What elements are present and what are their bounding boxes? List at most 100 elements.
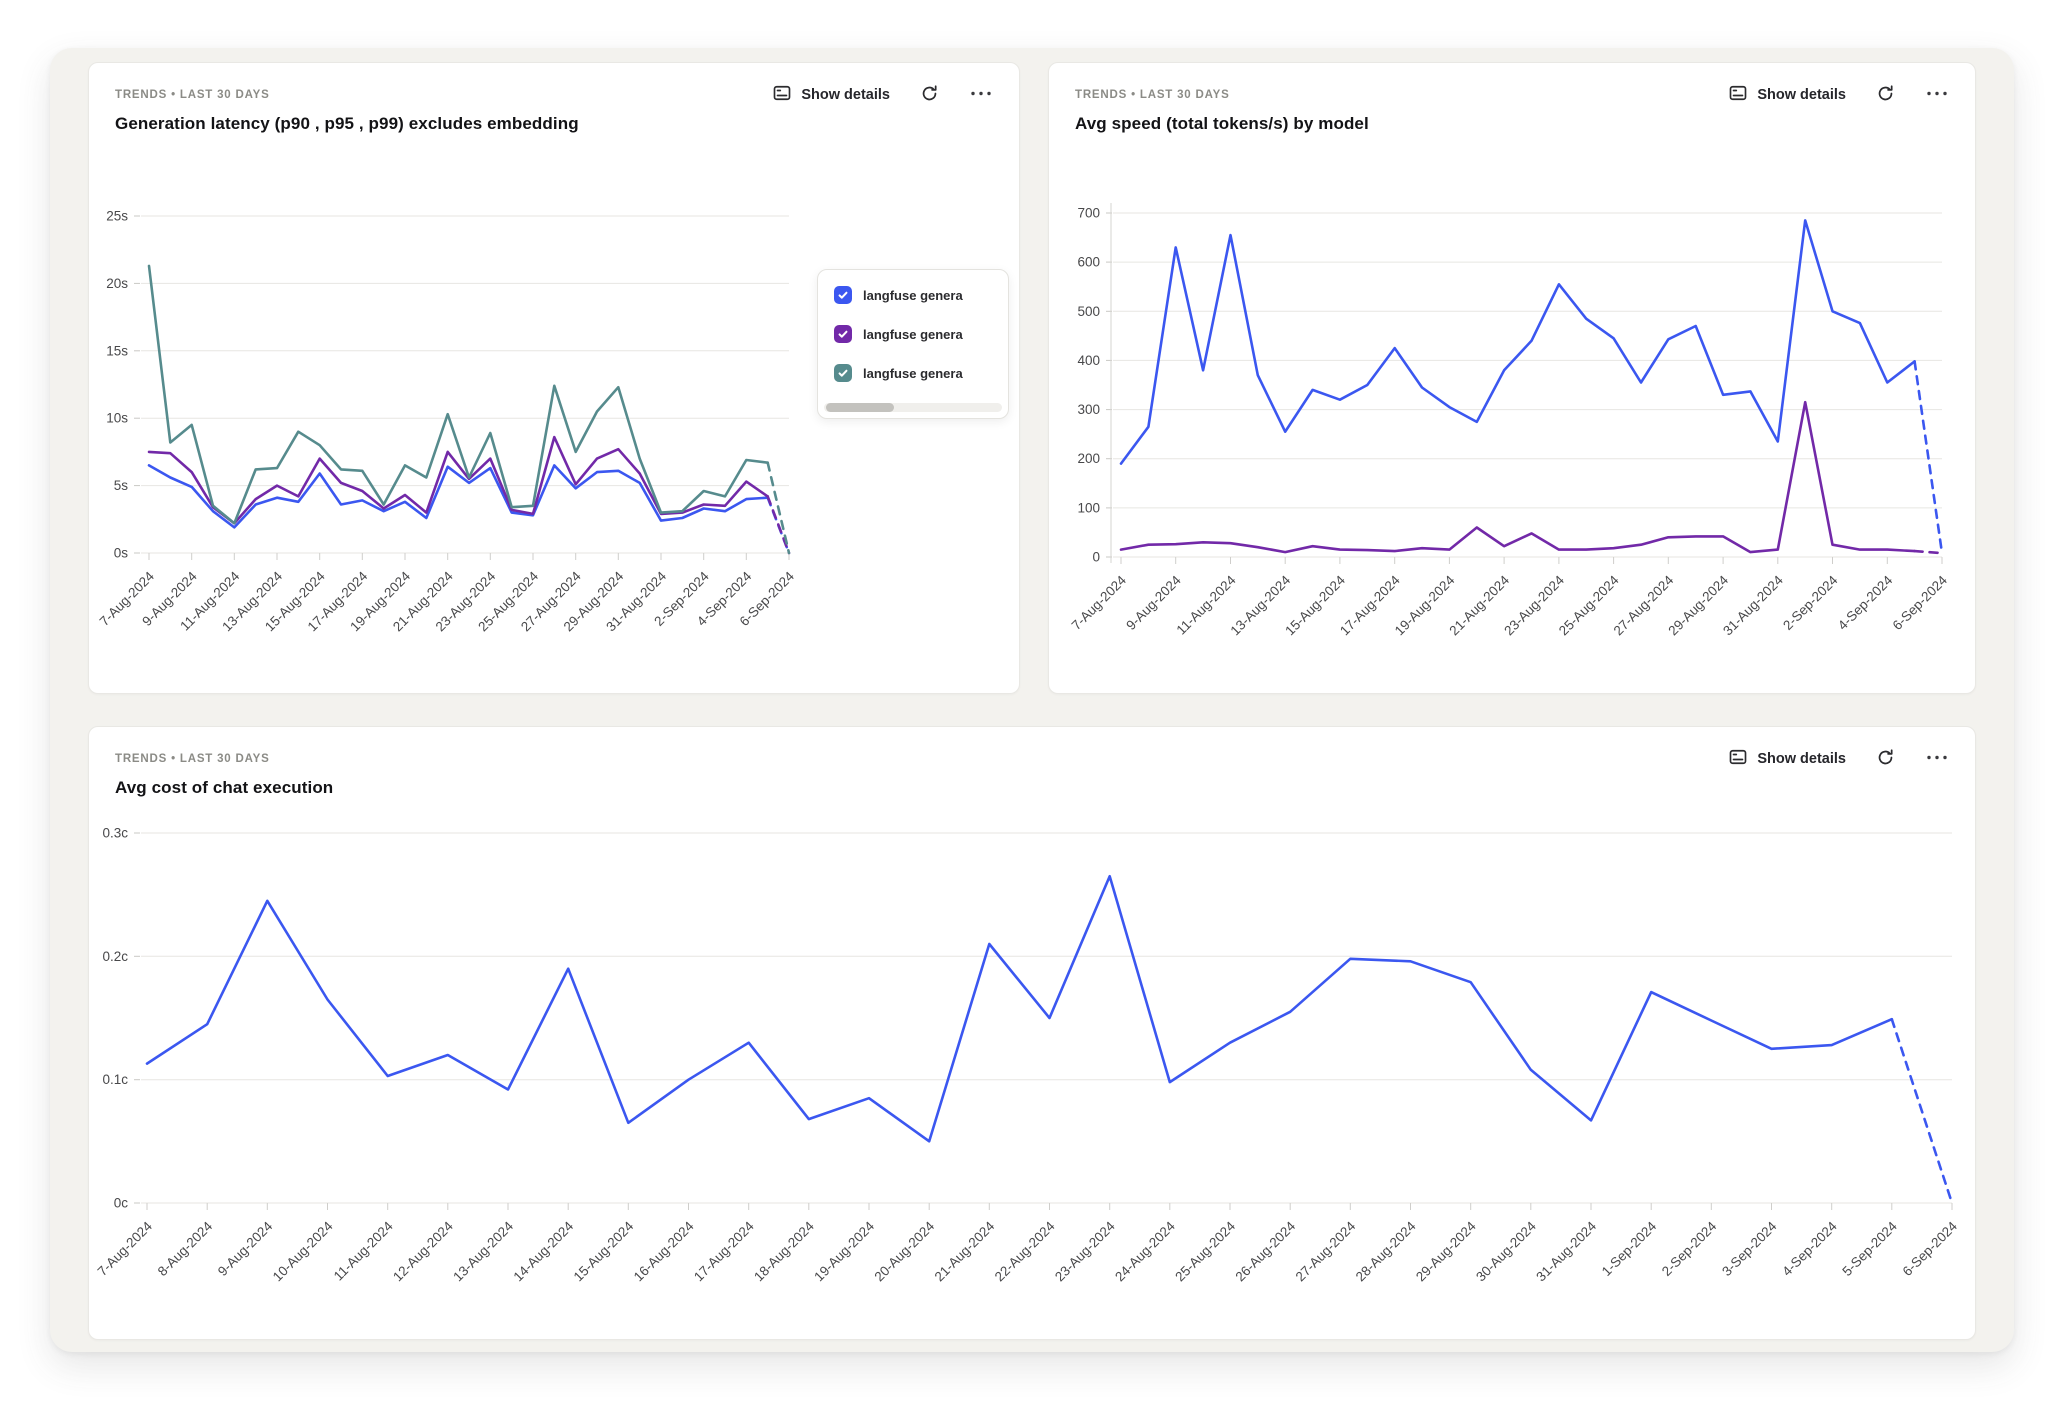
svg-text:26-Aug-2024: 26-Aug-2024 [1233,1218,1299,1284]
svg-text:200: 200 [1077,451,1100,466]
svg-text:5s: 5s [114,478,129,493]
speed-chart: 01002003004005006007007-Aug-20249-Aug-20… [1049,158,1976,694]
svg-text:24-Aug-2024: 24-Aug-2024 [1112,1218,1178,1284]
svg-text:300: 300 [1077,402,1100,417]
svg-text:11-Aug-2024: 11-Aug-2024 [331,1218,396,1283]
svg-text:17-Aug-2024: 17-Aug-2024 [691,1218,757,1284]
ellipsis-icon [1925,84,1949,106]
panel-title: Avg speed (total tokens/s) by model [1075,114,1949,134]
series-checkbox[interactable] [834,286,852,304]
show-details-button[interactable]: Show details [1728,747,1846,771]
svg-text:100: 100 [1077,500,1100,515]
check-icon [837,367,849,379]
svg-text:7-Aug-2024: 7-Aug-2024 [95,1218,156,1279]
refresh-button[interactable] [1876,748,1895,770]
legend-item-label: langfuse genera [863,327,963,342]
chart-legend: langfuse genera langfuse genera langfuse g… [817,269,1009,419]
svg-text:25s: 25s [106,209,128,224]
series-checkbox[interactable] [834,325,852,343]
svg-text:600: 600 [1077,255,1100,270]
ellipsis-icon [969,84,993,106]
svg-text:9-Aug-2024: 9-Aug-2024 [215,1218,276,1279]
svg-text:500: 500 [1077,304,1100,319]
svg-text:4-Sep-2024: 4-Sep-2024 [1779,1218,1840,1279]
legend-item-label: langfuse genera [863,288,963,303]
svg-text:25-Aug-2024: 25-Aug-2024 [1172,1218,1238,1284]
refresh-icon [1876,748,1895,770]
card-icon [1728,747,1748,771]
svg-text:28-Aug-2024: 28-Aug-2024 [1353,1218,1419,1284]
panel-eyebrow: TRENDS • LAST 30 DAYS [115,753,270,765]
svg-text:20s: 20s [106,276,128,291]
panel-eyebrow: TRENDS • LAST 30 DAYS [115,89,270,101]
svg-text:2-Sep-2024: 2-Sep-2024 [1780,572,1841,633]
refresh-button[interactable] [1876,84,1895,106]
svg-text:0.3c: 0.3c [102,826,128,841]
show-details-label: Show details [1757,87,1846,103]
check-icon [837,289,849,301]
svg-text:29-Aug-2024: 29-Aug-2024 [1413,1218,1479,1284]
refresh-icon [1876,84,1895,106]
svg-text:8-Aug-2024: 8-Aug-2024 [155,1218,216,1279]
svg-text:2-Sep-2024: 2-Sep-2024 [1659,1218,1720,1279]
show-details-button[interactable]: Show details [772,83,890,107]
panel-header: TRENDS • LAST 30 DAYS Show details Avg c… [89,727,1975,798]
legend-scrollbar-thumb[interactable] [826,403,894,412]
menu-button[interactable] [969,84,993,106]
svg-text:0c: 0c [114,1196,129,1211]
svg-text:27-Aug-2024: 27-Aug-2024 [1293,1218,1359,1284]
legend-item[interactable]: langfuse genera [834,325,992,343]
card-icon [1728,83,1748,107]
panel-avg-speed: TRENDS • LAST 30 DAYS Show details Avg s… [1048,62,1976,694]
svg-text:31-Aug-2024: 31-Aug-2024 [1533,1218,1599,1284]
svg-text:21-Aug-2024: 21-Aug-2024 [932,1218,998,1284]
check-icon [837,328,849,340]
ellipsis-icon [1925,748,1949,770]
svg-text:13-Aug-2024: 13-Aug-2024 [450,1218,516,1284]
svg-text:14-Aug-2024: 14-Aug-2024 [511,1218,577,1284]
panel-eyebrow: TRENDS • LAST 30 DAYS [1075,89,1230,101]
panel-header: TRENDS • LAST 30 DAYS Show details Avg s… [1049,63,1975,134]
refresh-icon [920,84,939,106]
legend-item[interactable]: langfuse genera [834,364,992,382]
menu-button[interactable] [1925,84,1949,106]
svg-text:3-Sep-2024: 3-Sep-2024 [1719,1218,1780,1279]
svg-text:0.2c: 0.2c [102,949,128,964]
svg-text:7-Aug-2024: 7-Aug-2024 [1069,572,1130,633]
svg-text:15s: 15s [106,343,128,358]
panel-header: TRENDS • LAST 30 DAYS Show details Gener… [89,63,1019,134]
svg-text:10-Aug-2024: 10-Aug-2024 [270,1218,336,1284]
svg-text:18-Aug-2024: 18-Aug-2024 [751,1218,817,1284]
svg-text:16-Aug-2024: 16-Aug-2024 [631,1218,697,1284]
card-icon [772,83,792,107]
legend-item[interactable]: langfuse genera [834,286,992,304]
dashboard-surface: TRENDS • LAST 30 DAYS Show details Gener… [50,48,2014,1352]
refresh-button[interactable] [920,84,939,106]
panel-title: Avg cost of chat execution [115,778,1949,798]
svg-text:30-Aug-2024: 30-Aug-2024 [1473,1218,1539,1284]
show-details-label: Show details [801,87,890,103]
svg-text:19-Aug-2024: 19-Aug-2024 [811,1218,877,1284]
svg-text:15-Aug-2024: 15-Aug-2024 [571,1218,637,1284]
svg-text:0.1c: 0.1c [102,1072,128,1087]
svg-text:0: 0 [1092,550,1100,565]
svg-text:400: 400 [1077,353,1100,368]
svg-text:6-Sep-2024: 6-Sep-2024 [1890,572,1951,633]
svg-text:0s: 0s [114,546,129,561]
legend-scrollbar[interactable] [824,403,1002,412]
svg-text:12-Aug-2024: 12-Aug-2024 [390,1218,456,1284]
panel-title: Generation latency (p90 , p95 , p99) exc… [115,114,993,134]
panel-generation-latency: TRENDS • LAST 30 DAYS Show details Gener… [88,62,1020,694]
svg-text:6-Sep-2024: 6-Sep-2024 [1900,1218,1961,1279]
legend-item-label: langfuse genera [863,366,963,381]
cost-chart: 0c 0.1c 0.2c 0.3c 7-Aug-20248-Aug-20249-Aug-… [89,822,1976,1340]
svg-text:5-Sep-2024: 5-Sep-2024 [1839,1218,1900,1279]
panel-avg-cost: TRENDS • LAST 30 DAYS Show details Avg c… [88,726,1976,1340]
svg-text:10s: 10s [106,411,128,426]
svg-text:23-Aug-2024: 23-Aug-2024 [1052,1218,1118,1284]
svg-text:9-Aug-2024: 9-Aug-2024 [1123,572,1184,633]
menu-button[interactable] [1925,748,1949,770]
show-details-button[interactable]: Show details [1728,83,1846,107]
series-checkbox[interactable] [834,364,852,382]
svg-text:1-Sep-2024: 1-Sep-2024 [1599,1218,1660,1279]
